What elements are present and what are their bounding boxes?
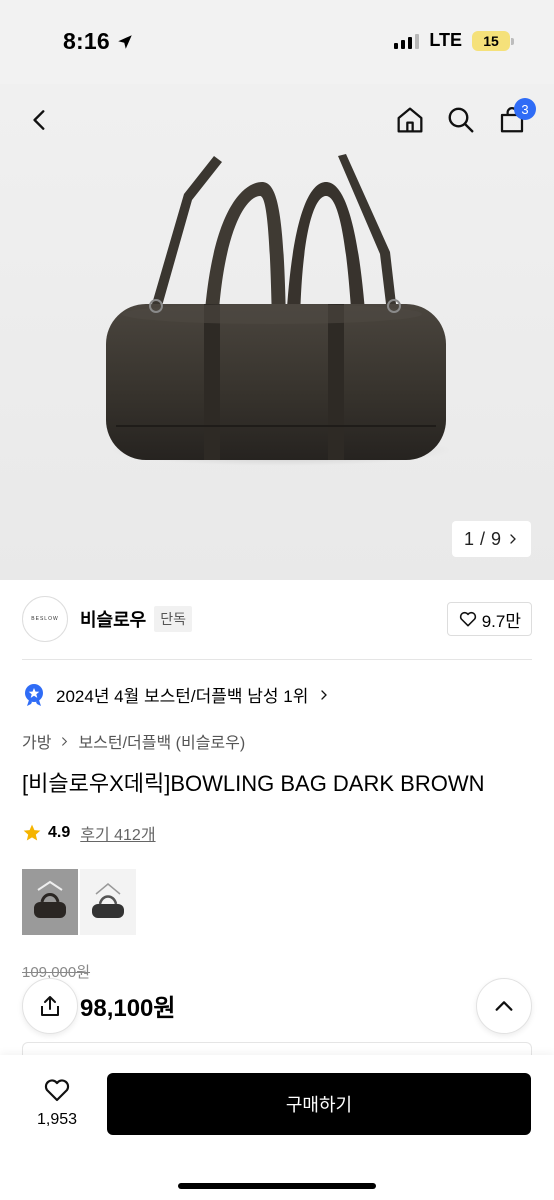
battery-icon: 15 — [472, 30, 514, 51]
heart-icon — [459, 611, 476, 627]
share-button[interactable] — [22, 978, 78, 1034]
scroll-top-button[interactable] — [476, 978, 532, 1034]
chevron-right-icon — [321, 689, 328, 700]
cart-count-badge: 3 — [514, 98, 536, 120]
exclusive-badge: 단독 — [154, 606, 193, 632]
brand-like-button[interactable]: 9.7만 — [446, 602, 532, 636]
bag-thumbnail-icon — [92, 883, 124, 918]
product-image[interactable] — [96, 154, 456, 474]
brand-row[interactable]: BESLOW 비슬로우 단독 9.7만 — [22, 592, 532, 646]
bottom-action-bar: 1,953 구매하기 — [0, 1055, 554, 1200]
home-indicator — [178, 1183, 376, 1189]
brand-like-count: 9.7만 — [481, 611, 521, 631]
status-icons: LTE 15 — [394, 30, 514, 51]
clock-text: 8:16 — [63, 28, 110, 54]
network-label: LTE — [429, 30, 462, 50]
gallery-page-indicator[interactable]: 1 / 9 — [451, 521, 531, 557]
back-button[interactable] — [22, 102, 58, 138]
gallery-separator: / — [479, 528, 485, 549]
sale-price: 98,100원 — [80, 995, 176, 1022]
status-time: 8:16 — [63, 28, 134, 55]
home-button[interactable] — [392, 102, 428, 138]
brand-logo[interactable]: BESLOW — [22, 596, 68, 642]
search-icon — [448, 107, 474, 133]
cart-button[interactable]: 3 — [494, 98, 536, 138]
thumbnail-option-2[interactable] — [80, 869, 136, 935]
search-button[interactable] — [443, 102, 479, 138]
share-icon — [41, 996, 59, 1016]
bag-thumbnail-icon — [34, 880, 66, 918]
option-thumbnails — [22, 869, 136, 935]
product-title: [비슬로우X데릭]BOWLING BAG DARK BROWN — [22, 771, 485, 796]
breadcrumb-subcategory[interactable]: 보스턴/더플백 (비슬로우) — [78, 729, 245, 753]
rating-value: 4.9 — [48, 824, 71, 841]
thumbnail-option-1[interactable] — [22, 869, 78, 935]
ranking-link[interactable]: 2024년 4월 보스턴/더플백 남성 1위 — [22, 682, 330, 707]
rating-row[interactable]: 4.9 후기 412개 — [22, 821, 156, 845]
battery-level: 15 — [483, 32, 499, 49]
status-bar: 8:16 LTE 15 — [0, 0, 554, 84]
brand-logo-text: BESLOW — [31, 616, 59, 622]
star-icon — [23, 824, 41, 841]
ranking-badge-icon — [25, 683, 43, 706]
buy-button[interactable]: 구매하기 — [107, 1073, 531, 1135]
chevron-up-icon — [495, 1001, 513, 1011]
gallery-total: 9 — [490, 528, 501, 549]
chevron-left-icon — [33, 110, 45, 130]
chevron-right-icon — [510, 534, 516, 544]
home-icon — [397, 107, 423, 133]
heart-icon — [44, 1079, 70, 1102]
wishlist-count: 1,953 — [36, 1111, 78, 1128]
signal-icon — [394, 33, 420, 49]
review-count-link[interactable]: 후기 412개 — [80, 821, 155, 845]
product-gallery[interactable]: 3 1 / 9 — [0, 84, 554, 580]
brand-name[interactable]: 비슬로우 — [80, 606, 146, 632]
breadcrumb: 가방 보스턴/더플백 (비슬로우) — [22, 729, 245, 753]
divider — [22, 659, 532, 660]
ranking-text: 2024년 4월 보스턴/더플백 남성 1위 — [56, 687, 309, 706]
wishlist-button[interactable]: 1,953 — [28, 1075, 86, 1129]
gallery-current: 1 — [463, 528, 474, 549]
breadcrumb-category[interactable]: 가방 — [22, 729, 51, 753]
chevron-right-icon — [62, 736, 68, 746]
location-arrow-icon — [118, 34, 132, 49]
